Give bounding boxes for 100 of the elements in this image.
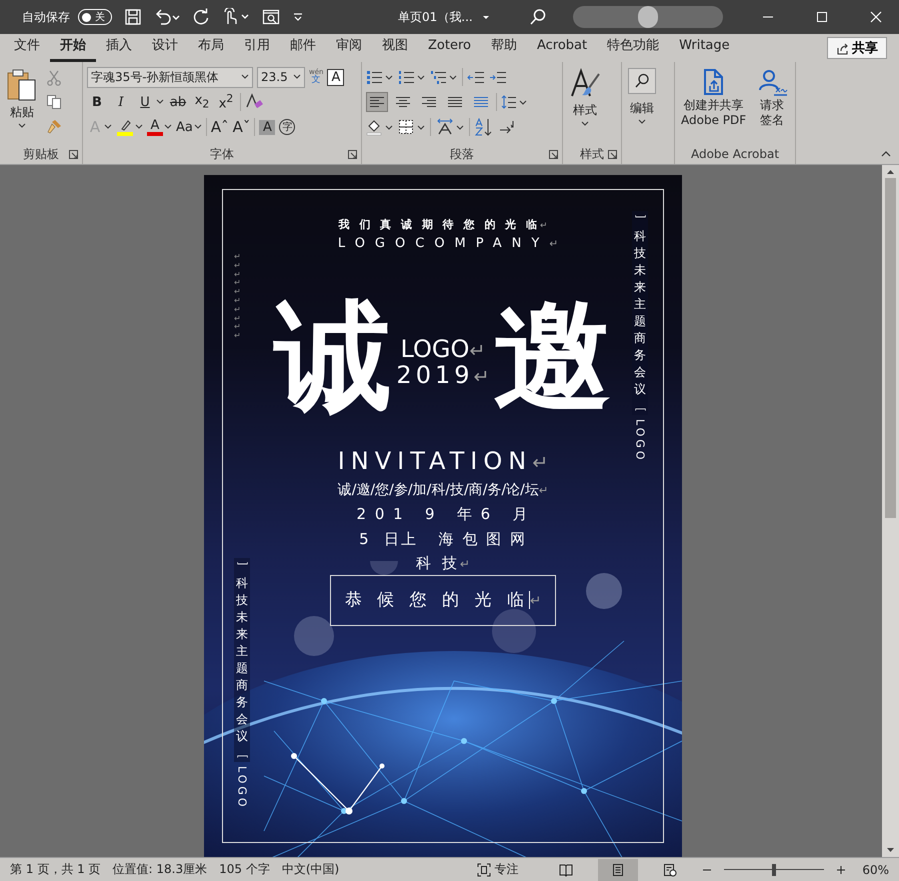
ribbon-tab[interactable]: 邮件 xyxy=(280,34,326,62)
caret-icon[interactable] xyxy=(18,123,26,129)
maximize-icon[interactable] xyxy=(816,11,828,23)
format-button[interactable]: x$_{2}$ xyxy=(192,93,212,111)
dialog-launcher-icon[interactable] xyxy=(549,150,558,158)
caret-icon[interactable] xyxy=(241,74,249,80)
character-border-button[interactable]: A xyxy=(327,68,344,86)
ribbon-tab[interactable]: 设计 xyxy=(142,34,188,62)
character-shading-button[interactable]: A xyxy=(259,120,276,134)
align-left-button[interactable] xyxy=(366,92,388,112)
multilevel-list-icon[interactable] xyxy=(430,69,458,85)
caret-icon[interactable] xyxy=(135,124,143,130)
scroll-up-arrow-icon[interactable] xyxy=(886,169,895,175)
clear-formatting-icon[interactable] xyxy=(245,93,265,111)
line-spacing-icon[interactable] xyxy=(501,94,527,110)
zoom-in-icon[interactable] xyxy=(836,864,846,874)
ribbon-tab[interactable]: 特色功能 xyxy=(597,34,670,62)
styles-button[interactable]: 样式 xyxy=(567,66,603,144)
highlighter-icon[interactable] xyxy=(116,118,134,136)
logo-text: LOGO↵ xyxy=(400,336,486,362)
format-button[interactable]: x$^{2}$ xyxy=(216,92,236,112)
dialog-launcher-icon[interactable] xyxy=(608,150,617,158)
autosave-label: 自动保存 xyxy=(22,8,70,26)
sort-icon[interactable] xyxy=(474,118,494,136)
paste-button[interactable]: 粘贴 xyxy=(4,66,40,144)
decrease-indent-icon[interactable] xyxy=(467,69,485,85)
dialog-launcher-icon[interactable] xyxy=(348,150,357,158)
alignment-icon xyxy=(447,95,463,109)
share-button[interactable]: 共享 xyxy=(827,37,887,59)
close-icon[interactable] xyxy=(870,11,882,23)
group-label: 字体 xyxy=(210,146,234,162)
alignment-icon xyxy=(395,95,411,109)
enclose-characters-button[interactable]: 字 xyxy=(279,119,296,135)
ribbon-tab[interactable]: 审阅 xyxy=(326,34,372,62)
font-size-dropdown[interactable]: 23.5 xyxy=(257,66,305,88)
paragraph-marks: ↵↵↵↵↵↵↵↵↵↵ xyxy=(234,253,242,341)
grow-font-button[interactable]: Aˆ xyxy=(210,118,229,136)
font-name-dropdown[interactable]: 字魂35号-孙新恒颉黑体 xyxy=(87,66,253,88)
format-button[interactable]: I xyxy=(111,94,131,110)
undo-icon[interactable] xyxy=(154,8,180,26)
bullet-list-icon[interactable] xyxy=(366,69,394,85)
vertical-scrollbar[interactable] xyxy=(882,165,899,857)
redo-icon[interactable] xyxy=(192,8,210,26)
ribbon-tab[interactable]: 视图 xyxy=(372,34,418,62)
font-color-button[interactable]: A xyxy=(147,118,163,136)
autosave-toggle[interactable]: 关 xyxy=(78,9,112,25)
paint-bucket-icon[interactable] xyxy=(366,118,394,136)
page-icon xyxy=(611,862,626,876)
editing-button[interactable]: 编辑 xyxy=(626,66,658,144)
search-icon[interactable] xyxy=(529,8,547,26)
create-pdf-button[interactable]: 创建并共享 Adobe PDF xyxy=(679,66,748,144)
numbered-list-icon[interactable] xyxy=(398,69,426,85)
ribbon-tab[interactable]: Zotero xyxy=(418,34,481,62)
caret-icon[interactable] xyxy=(638,119,646,125)
format-button[interactable]: U xyxy=(135,94,155,110)
ribbon-tab[interactable]: 布局 xyxy=(188,34,234,62)
vertical-logo-text: LOGO xyxy=(236,766,248,810)
ribbon-tab[interactable]: 帮助 xyxy=(480,34,527,62)
scroll-down-arrow-icon[interactable] xyxy=(886,847,895,853)
caret-icon[interactable] xyxy=(156,99,164,105)
ribbon-tab[interactable]: Writage xyxy=(669,34,740,62)
caret-icon[interactable] xyxy=(581,121,589,127)
borders-icon[interactable] xyxy=(398,118,426,136)
headline-character: 诚 xyxy=(274,295,392,419)
format-painter-icon[interactable] xyxy=(46,118,62,134)
zoom-level[interactable]: 60% xyxy=(862,862,889,876)
save-icon[interactable] xyxy=(124,8,142,26)
focus-mode-button[interactable]: 专注 xyxy=(477,861,518,878)
caret-icon[interactable] xyxy=(293,74,301,80)
ribbon-tab[interactable]: Acrobat xyxy=(526,34,598,62)
language-indicator[interactable]: 中文(中国) xyxy=(282,861,340,878)
character-scaling-icon[interactable] xyxy=(435,118,465,136)
format-button[interactable]: ab xyxy=(168,94,188,110)
ribbon-tab[interactable]: 引用 xyxy=(234,34,280,62)
ribbon-tab[interactable]: 插入 xyxy=(96,34,142,62)
print-preview-icon[interactable] xyxy=(262,8,280,26)
company-name: LOGOCOMPANY↵ xyxy=(336,236,558,251)
group-label: Adobe Acrobat xyxy=(690,147,780,161)
document-title[interactable]: 单页01（我... xyxy=(398,8,473,26)
dialog-launcher-icon[interactable] xyxy=(69,150,78,158)
print-layout-button[interactable] xyxy=(598,858,638,880)
page-count[interactable]: 第 1 页，共 1 页 xyxy=(10,861,101,878)
request-signature-button[interactable]: 请求签名 xyxy=(754,66,790,144)
word-count[interactable]: 105 个字 xyxy=(219,861,270,878)
zoom-slider-thumb[interactable] xyxy=(772,864,776,876)
format-button[interactable]: B xyxy=(87,94,107,110)
invitation-heading: INVITATION↵ xyxy=(338,446,548,475)
increase-indent-icon[interactable] xyxy=(489,69,507,85)
collapse-ribbon-icon[interactable] xyxy=(881,150,891,158)
ribbon-tab[interactable]: 文件 xyxy=(4,34,50,62)
change-case-button[interactable]: Aa xyxy=(176,120,193,134)
caret-icon[interactable] xyxy=(164,124,172,130)
customize-toolbar-icon[interactable] xyxy=(292,11,304,23)
caret-icon[interactable] xyxy=(194,124,202,130)
shrink-font-button[interactable]: Aˇ xyxy=(232,118,250,136)
copy-icon[interactable] xyxy=(46,94,62,110)
caret-icon[interactable] xyxy=(104,124,112,130)
touch-mode-icon[interactable] xyxy=(222,8,250,26)
tech-line: 科 技↵ xyxy=(416,554,470,573)
vertical-logo-text: LOGO xyxy=(634,419,646,463)
